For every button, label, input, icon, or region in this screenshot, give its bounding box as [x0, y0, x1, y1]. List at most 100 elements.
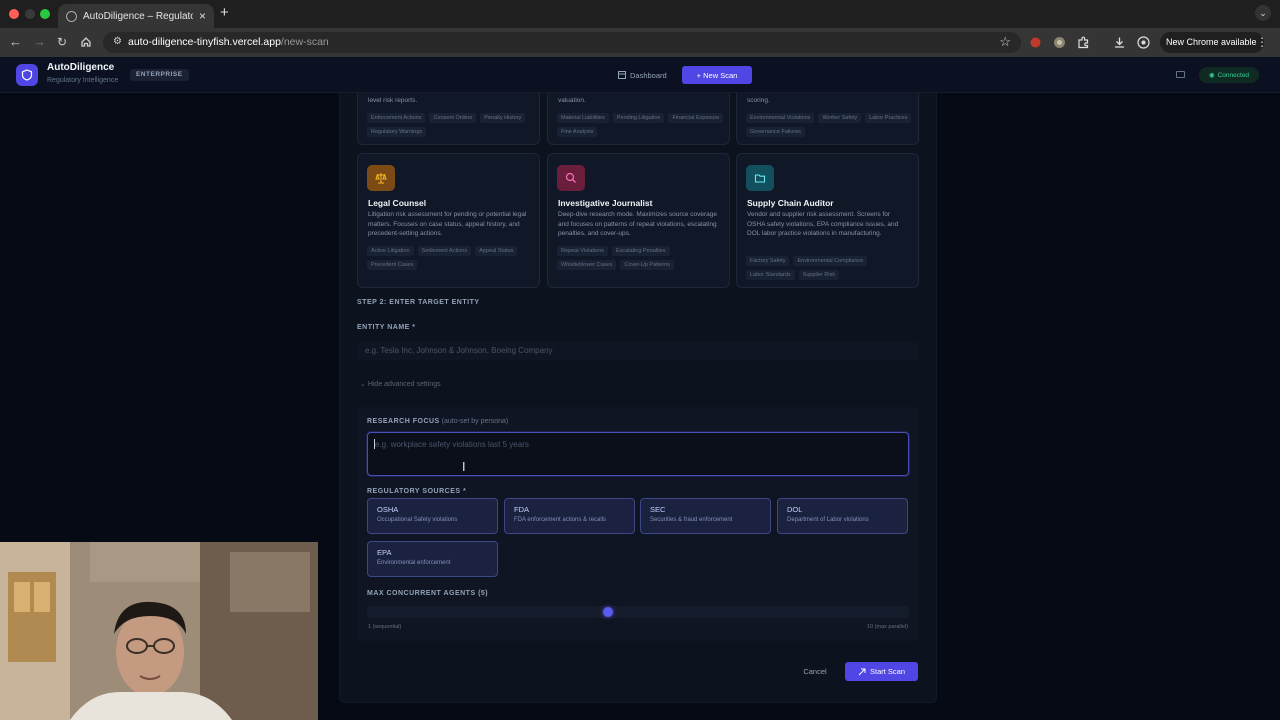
brand-name: AutoDiligence [47, 62, 115, 73]
source-osha-toggle[interactable]: OSHA Occupational Safety violations [367, 498, 498, 534]
extensions-puzzle-icon[interactable] [1077, 36, 1090, 49]
source-sec-toggle[interactable]: SEC Securities & fraud enforcement [640, 498, 771, 534]
brand-subtitle: Regulatory Intelligence [47, 77, 119, 84]
research-focus-placeholder: e.g. workplace safety violations last 5 … [375, 440, 529, 449]
tab-search-chevron-icon[interactable]: ⌄ [1255, 5, 1271, 21]
advanced-settings-toggle[interactable]: ⌄ Hide advanced settings [360, 380, 441, 388]
nav-dashboard-label: Dashboard [630, 70, 667, 80]
persona-title: Investigative Journalist [558, 198, 653, 208]
persona-card-top-3[interactable]: scoring. Environmental Violations Worker… [736, 93, 919, 145]
search-icon [557, 165, 585, 191]
source-description: Securities & fraud enforcement [650, 517, 733, 523]
persona-tag: Worker Safety [818, 113, 862, 123]
persona-description: Litigation risk assessment for pending o… [368, 211, 527, 237]
source-name: OSHA [377, 505, 399, 514]
persona-card-top-2[interactable]: valuation. Material Liabilities Pending … [547, 93, 730, 145]
source-description: Occupational Safety violations [377, 517, 458, 523]
step-2-heading: STEP 2: ENTER TARGET ENTITY [357, 299, 480, 306]
entity-name-input[interactable]: e.g. Tesla Inc, Johnson & Johnson, Boein… [357, 342, 919, 360]
persona-description: valuation. [558, 97, 586, 104]
source-dol-toggle[interactable]: DOL Department of Labor violations [777, 498, 908, 534]
folder-icon [746, 165, 774, 191]
connection-status-label: Connected [1217, 71, 1250, 79]
persona-tag: Pending Litigation [612, 113, 665, 123]
source-name: DOL [787, 505, 803, 514]
monitor-icon[interactable] [1176, 71, 1185, 78]
persona-tag: Financial Exposure [668, 113, 724, 123]
research-focus-textarea[interactable]: e.g. workplace safety violations last 5 … [367, 432, 909, 476]
chrome-menu-icon[interactable]: ⋮ [1256, 35, 1268, 49]
persona-tag: Consent Orders [429, 113, 477, 123]
extension-profile-icon[interactable] [1053, 36, 1066, 49]
persona-tag: Repeat Violations [557, 246, 609, 256]
advanced-settings-label: Hide advanced settings [367, 381, 441, 388]
nav-new-scan-label: + New Scan [696, 70, 738, 80]
source-name: SEC [650, 505, 666, 514]
persona-tag: Labor Practices [865, 113, 912, 123]
back-arrow-icon[interactable]: ← [9, 34, 22, 50]
persona-tag: Active Litigation [367, 246, 414, 256]
home-icon[interactable] [80, 36, 92, 48]
persona-card-investigative-journalist[interactable]: Investigative Journalist Deep-dive resea… [547, 153, 730, 288]
extension-red-icon[interactable] [1029, 36, 1042, 49]
source-name: EPA [377, 548, 392, 557]
nav-dashboard-link[interactable]: Dashboard [612, 66, 673, 84]
persona-tag: Appeal Status [475, 246, 518, 256]
forward-arrow-icon[interactable]: → [33, 34, 46, 50]
persona-tag: Enforcement Actions [367, 113, 426, 123]
address-bar[interactable]: ⚙ auto-diligence-tinyfish.vercel.app/new… [103, 32, 1021, 53]
download-icon[interactable] [1113, 36, 1126, 49]
close-tab-icon[interactable]: × [199, 10, 206, 22]
new-chrome-available-button[interactable]: New Chrome available [1160, 32, 1264, 53]
app-header: AutoDiligence Regulatory Intelligence EN… [0, 57, 1280, 93]
persona-card-legal-counsel[interactable]: Legal Counsel Litigation risk assessment… [357, 153, 540, 288]
enterprise-badge: ENTERPRISE [130, 69, 189, 81]
persona-tag: Material Liabilities [557, 113, 609, 123]
minimize-window-button[interactable] [25, 9, 35, 19]
text-cursor-icon: I [462, 460, 466, 474]
browser-tab-strip: AutoDiligence – Regulatory R × + ⌄ [0, 0, 1280, 28]
start-scan-label: Start Scan [869, 667, 906, 676]
entity-name-label: ENTITY NAME * [357, 324, 416, 331]
presenter-video-image [0, 542, 318, 720]
browser-tab-active[interactable]: AutoDiligence – Regulatory R × [58, 4, 214, 28]
scales-icon [367, 165, 395, 191]
max-agents-slider[interactable] [367, 606, 909, 618]
translate-icon[interactable] [1137, 36, 1150, 49]
start-scan-button[interactable]: Start Scan [845, 662, 918, 681]
site-settings-icon[interactable]: ⚙ [113, 36, 122, 47]
bookmark-star-icon[interactable]: ☆ [999, 34, 1011, 50]
persona-tag: Environmental Violations [746, 113, 815, 123]
entity-name-placeholder: e.g. Tesla Inc, Johnson & Johnson, Boein… [365, 346, 553, 355]
dashboard-icon [618, 71, 626, 79]
new-tab-button[interactable]: + [220, 5, 229, 21]
persona-tag: Labor Standards [746, 270, 795, 280]
persona-card-supply-chain-auditor[interactable]: Supply Chain Auditor Vendor and supplier… [736, 153, 919, 288]
slider-min-label: 1 (sequential) [368, 624, 402, 630]
persona-tag: Escalating Penalties [612, 246, 670, 256]
source-description: FDA enforcement actions & recalls [514, 517, 607, 523]
address-url: auto-diligence-tinyfish.vercel.app/new-s… [128, 36, 329, 48]
persona-title: Legal Counsel [368, 198, 427, 208]
source-fda-toggle[interactable]: FDA FDA enforcement actions & recalls [504, 498, 635, 534]
persona-card-top-1[interactable]: level risk reports. Enforcement Actions … [357, 93, 540, 145]
slider-max-label: 10 (max parallel) [867, 624, 908, 630]
chevron-down-icon: ⌄ [360, 381, 368, 388]
max-agents-label: MAX CONCURRENT AGENTS (5) [367, 590, 489, 597]
regulatory-sources-label: REGULATORY SOURCES * [367, 488, 467, 495]
persona-tag: Regulatory Warnings [367, 127, 427, 137]
persona-tag: Fine Analysis [557, 127, 598, 137]
slider-thumb[interactable] [602, 607, 613, 617]
close-window-button[interactable] [9, 9, 19, 19]
reload-icon[interactable]: ↻ [57, 34, 67, 50]
connection-status-badge: ◉ Connected [1199, 67, 1259, 83]
persona-tag: Supplier Risk [798, 270, 840, 280]
persona-tag: Whistleblower Cases [557, 260, 617, 270]
cancel-button[interactable]: Cancel [797, 663, 833, 679]
persona-tag: Cover-Up Patterns [620, 260, 674, 270]
maximize-window-button[interactable] [40, 9, 50, 19]
source-description: Environmental enforcement [377, 560, 451, 566]
nav-new-scan-button[interactable]: + New Scan [682, 66, 752, 84]
source-epa-toggle[interactable]: EPA Environmental enforcement [367, 541, 498, 577]
persona-tag: Penalty History [480, 113, 526, 123]
